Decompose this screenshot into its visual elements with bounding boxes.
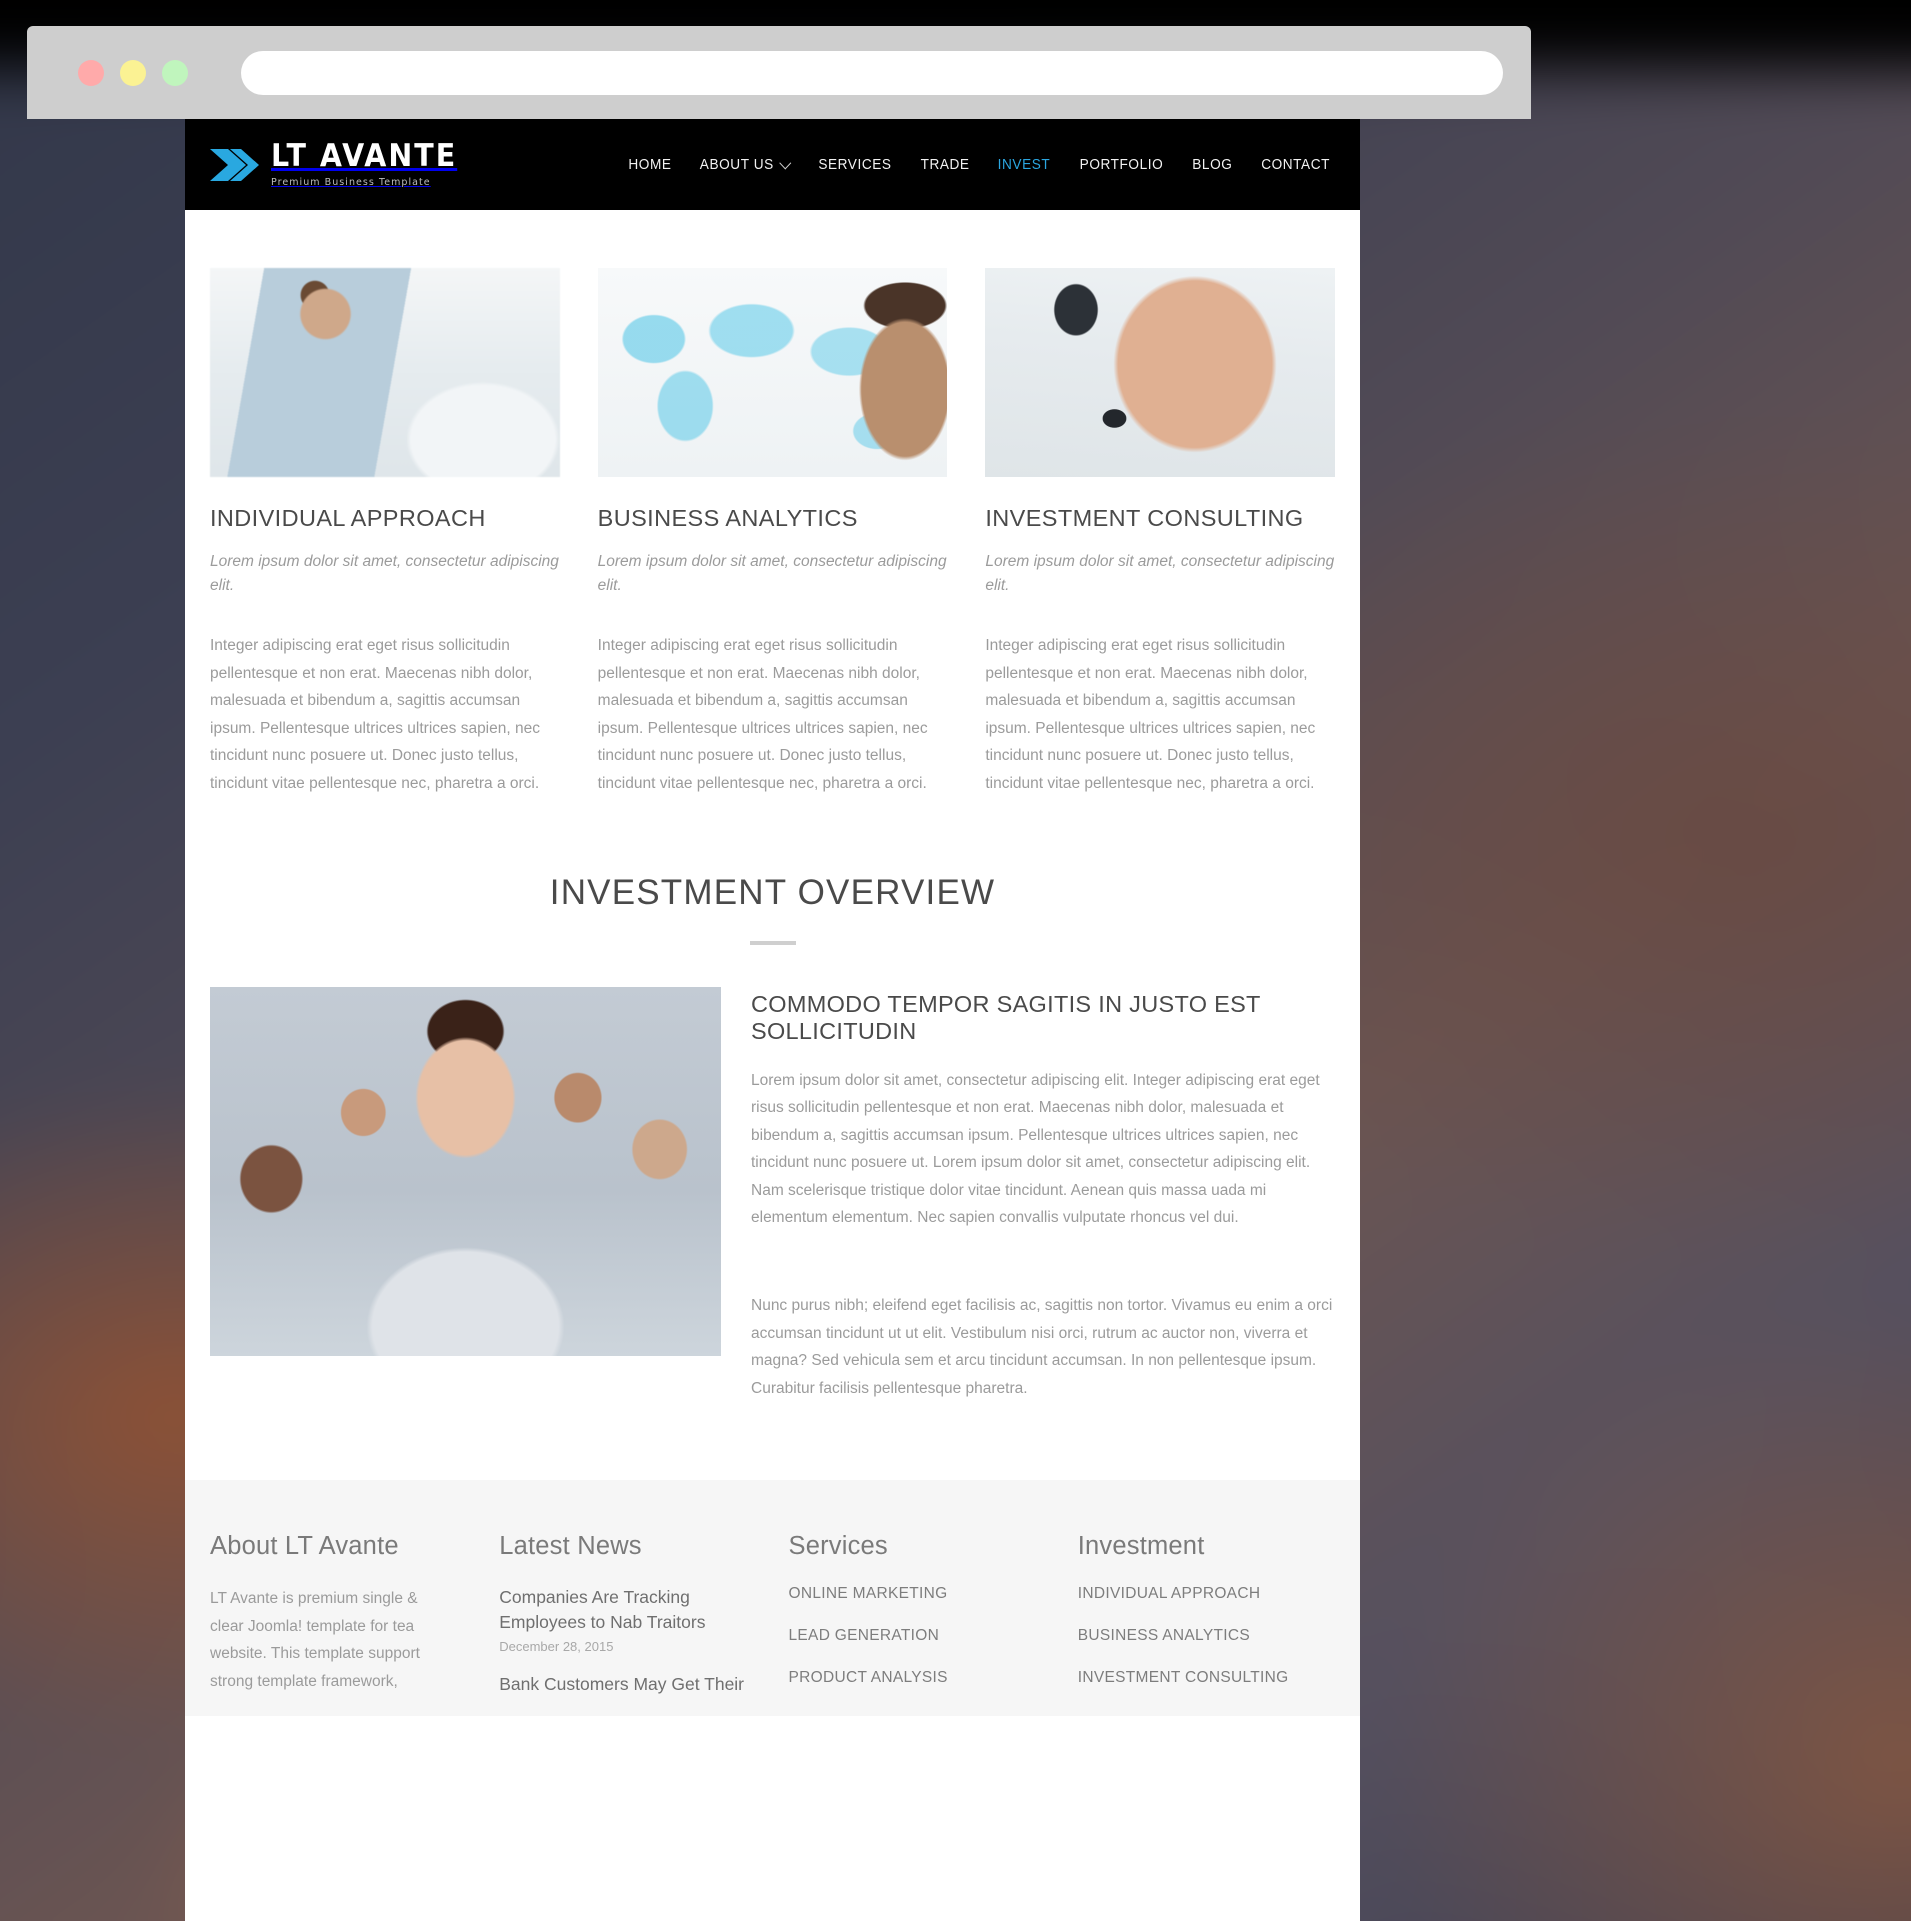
nav-label: CONTACT <box>1260 156 1330 173</box>
investment-consulting-image[interactable] <box>985 268 1335 477</box>
services-link-lead-generation[interactable]: LEAD GENERATION <box>789 1627 940 1644</box>
overview-paragraph-2: Nunc purus nibh; eleifend eget facilisis… <box>751 1296 1333 1397</box>
nav-item-home[interactable]: HOME <box>628 157 671 173</box>
site-header: LT AVANTE Premium Business Template HOME… <box>185 119 1360 210</box>
card-body: Integer adipiscing erat eget risus solli… <box>985 637 1316 792</box>
address-bar-input[interactable] <box>241 50 1503 95</box>
card-title: INVESTMENT CONSULTING <box>985 505 1304 531</box>
overview-team-image[interactable] <box>210 986 721 1356</box>
window-controls <box>78 59 188 86</box>
nav-label: BLOG <box>1192 156 1233 173</box>
nav-item-about-us[interactable]: ABOUT US <box>700 156 792 173</box>
list-item: Bank Customers May Get Their <box>499 1672 756 1697</box>
card-title: BUSINESS ANALYTICS <box>597 505 858 531</box>
list-item: INVESTMENT CONSULTING <box>1078 1669 1335 1687</box>
browser-chrome <box>27 26 1531 119</box>
card-title: INDIVIDUAL APPROACH <box>210 505 486 531</box>
nav-label: SERVICES <box>818 156 892 173</box>
site-logo[interactable]: LT AVANTE Premium Business Template <box>208 141 473 188</box>
nav-label: HOME <box>627 156 672 173</box>
overview-body: COMMODO TEMPOR SAGITIS IN JUSTO EST SOLL… <box>210 986 1335 1403</box>
footer-about-text: LT Avante is premium single & clear Joom… <box>210 1590 420 1691</box>
footer-column-services: Services ONLINE MARKETING LEAD GENERATIO… <box>789 1532 1046 1716</box>
section-title: INVESTMENT OVERVIEW <box>549 872 996 912</box>
business-analytics-image[interactable] <box>597 268 948 477</box>
list-item: INDIVIDUAL APPROACH <box>1078 1585 1335 1603</box>
card-lead: Lorem ipsum dolor sit amet, consectetur … <box>985 553 1335 595</box>
investment-overview-section: INVESTMENT OVERVIEW COMMODO TEMPOR SAGIT… <box>210 873 1335 1403</box>
nav-item-trade[interactable]: TRADE <box>921 157 970 173</box>
latest-news-list: Companies Are Tracking Employees to Nab … <box>499 1585 756 1697</box>
card-body: Integer adipiscing erat eget risus solli… <box>210 637 540 792</box>
nav-item-services[interactable]: SERVICES <box>818 157 891 173</box>
footer-investment-title: Investment <box>1077 1532 1205 1561</box>
list-item: PRODUCT ANALYSIS <box>789 1669 1046 1687</box>
footer-about-title: About LT Avante <box>210 1532 399 1561</box>
minimize-window-button[interactable] <box>120 59 146 86</box>
investment-link-investment-consulting[interactable]: INVESTMENT CONSULTING <box>1078 1669 1289 1686</box>
nav-label: TRADE <box>920 156 970 173</box>
footer-column-investment: Investment INDIVIDUAL APPROACH BUSINESS … <box>1078 1532 1335 1716</box>
card-lead: Lorem ipsum dolor sit amet, consectetur … <box>210 553 559 595</box>
list-item: BUSINESS ANALYTICS <box>1078 1627 1335 1645</box>
footer-services-title: Services <box>788 1532 888 1561</box>
section-divider <box>749 940 796 945</box>
nav-label: PORTFOLIO <box>1079 156 1164 173</box>
nav-label: INVEST <box>997 156 1051 173</box>
footer-column-about: About LT Avante LT Avante is premium sin… <box>210 1532 467 1716</box>
logo-tagline: Premium Business Template <box>271 177 431 188</box>
nav-item-portfolio[interactable]: PORTFOLIO <box>1080 157 1164 173</box>
news-headline-link[interactable]: Bank Customers May Get Their <box>499 1672 756 1697</box>
feature-card: INVESTMENT CONSULTING Lorem ipsum dolor … <box>985 268 1335 798</box>
section-heading-block: INVESTMENT OVERVIEW <box>210 873 1335 945</box>
list-item: Companies Are Tracking Employees to Nab … <box>499 1585 756 1654</box>
feature-card: BUSINESS ANALYTICS Lorem ipsum dolor sit… <box>597 268 948 798</box>
services-link-list: ONLINE MARKETING LEAD GENERATION PRODUCT… <box>789 1585 1046 1687</box>
overview-paragraph-1: Lorem ipsum dolor sit amet, consectetur … <box>751 1071 1320 1227</box>
nav-item-invest[interactable]: INVEST <box>998 157 1051 173</box>
page-content: INDIVIDUAL APPROACH Lorem ipsum dolor si… <box>185 210 1360 1402</box>
investment-link-business-analytics[interactable]: BUSINESS ANALYTICS <box>1078 1627 1250 1644</box>
overview-text-block: COMMODO TEMPOR SAGITIS IN JUSTO EST SOLL… <box>751 987 1335 1403</box>
feature-cards: INDIVIDUAL APPROACH Lorem ipsum dolor si… <box>210 268 1335 798</box>
website-viewport: LT AVANTE Premium Business Template HOME… <box>185 119 1360 1921</box>
logo-title: LT AVANTE <box>271 138 458 174</box>
double-chevron-logo-icon <box>208 145 260 185</box>
nav-item-blog[interactable]: BLOG <box>1192 157 1232 173</box>
list-item: LEAD GENERATION <box>789 1627 1046 1645</box>
feature-card: INDIVIDUAL APPROACH Lorem ipsum dolor si… <box>210 268 560 798</box>
nav-label: ABOUT US <box>700 156 775 173</box>
list-item: ONLINE MARKETING <box>789 1585 1046 1603</box>
overview-title: COMMODO TEMPOR SAGITIS IN JUSTO EST SOLL… <box>751 990 1261 1044</box>
news-date: December 28, 2015 <box>499 1638 614 1654</box>
nav-item-contact[interactable]: CONTACT <box>1261 157 1330 173</box>
chevron-down-icon <box>779 156 792 170</box>
investment-link-list: INDIVIDUAL APPROACH BUSINESS ANALYTICS I… <box>1078 1585 1335 1687</box>
close-window-button[interactable] <box>78 59 104 86</box>
investment-link-individual-approach[interactable]: INDIVIDUAL APPROACH <box>1078 1585 1261 1602</box>
footer-column-news: Latest News Companies Are Tracking Emplo… <box>499 1532 756 1716</box>
main-navigation: HOME ABOUT US SERVICES TRADE INVEST PORT… <box>627 157 1332 173</box>
news-headline-link[interactable]: Companies Are Tracking Employees to Nab … <box>499 1585 756 1635</box>
maximize-window-button[interactable] <box>162 59 188 86</box>
services-link-product-analysis[interactable]: PRODUCT ANALYSIS <box>789 1669 948 1686</box>
card-lead: Lorem ipsum dolor sit amet, consectetur … <box>597 553 947 595</box>
footer-news-title: Latest News <box>499 1532 642 1561</box>
card-body: Integer adipiscing erat eget risus solli… <box>597 637 928 792</box>
site-footer: About LT Avante LT Avante is premium sin… <box>185 1480 1360 1717</box>
services-link-online-marketing[interactable]: ONLINE MARKETING <box>789 1585 948 1602</box>
individual-approach-image[interactable] <box>210 268 560 477</box>
